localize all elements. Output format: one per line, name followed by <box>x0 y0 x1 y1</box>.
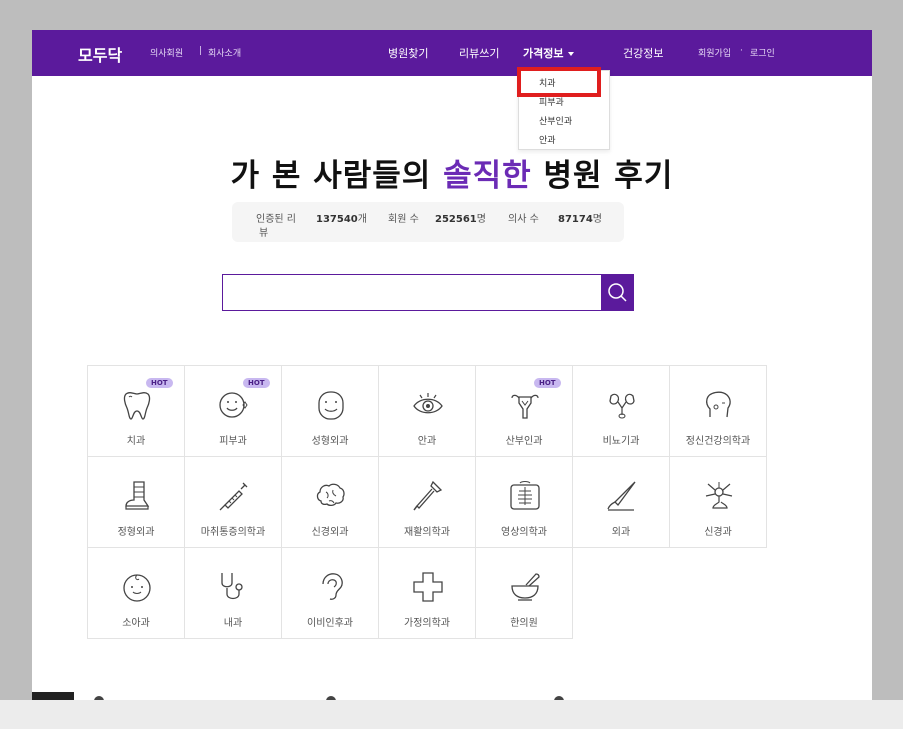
stethoscope-icon <box>221 573 243 600</box>
department-family-medicine[interactable]: 가정의학과 <box>378 547 476 639</box>
headline-text-1: 가 본 사람들의 <box>230 158 444 194</box>
department-label: 소아과 <box>122 618 150 629</box>
department-label: 정형외과 <box>117 527 155 538</box>
department-surgery[interactable]: 외과 <box>572 456 670 548</box>
login-link[interactable]: 로그인 <box>750 46 775 59</box>
stat-members-value: 252561명 <box>435 214 486 225</box>
headline-highlight: 솔직한 <box>443 158 532 194</box>
nav-dot: · <box>740 46 743 56</box>
hot-badge: HOT <box>146 378 173 388</box>
department-radiology[interactable]: 영상의학과 <box>475 456 573 548</box>
hot-badge: HOT <box>534 378 561 388</box>
department-orthopedics[interactable]: 정형외과 <box>87 456 185 548</box>
company-intro-link[interactable]: 회사소개 <box>208 46 241 59</box>
hero-headline: 가 본 사람들의 솔직한 병원 후기 <box>32 150 872 195</box>
eye-icon <box>413 393 443 414</box>
department-label: 비뇨기과 <box>602 436 640 447</box>
search-input[interactable] <box>223 275 601 310</box>
kidney-icon <box>609 393 635 419</box>
mortar-pestle-icon <box>511 573 540 601</box>
annotation-highlight-box <box>517 67 601 97</box>
desktop-background <box>0 700 903 729</box>
department-internal-medicine[interactable]: 내과 <box>184 547 282 639</box>
department-dermatology[interactable]: HOT 피부과 <box>184 365 282 457</box>
department-label: 치과 <box>126 436 146 447</box>
tooth-icon <box>123 392 151 420</box>
department-neurosurgery[interactable]: 신경외과 <box>281 456 379 548</box>
bottom-dot <box>554 696 564 700</box>
stat-verified-label: 인증된 리 <box>256 214 296 225</box>
stats-box: 인증된 리 뷰 137540개 회원 수 252561명 의사 수 87174명 <box>232 202 624 242</box>
caret-down-icon <box>568 52 575 56</box>
bottom-dot <box>94 696 104 700</box>
nav-write-review[interactable]: 리뷰쓰기 <box>459 45 499 61</box>
ear-icon <box>322 573 343 600</box>
search-icon <box>608 283 627 302</box>
stat-doctors-value: 87174명 <box>558 214 602 225</box>
dropdown-item-ophthalmology[interactable]: 안과 <box>539 133 556 146</box>
department-neurology[interactable]: 신경과 <box>669 456 767 548</box>
uterus-icon <box>511 394 539 419</box>
bottom-dot <box>326 696 336 700</box>
department-label: 재활의학과 <box>404 527 450 538</box>
browser-page: 모두닥 의사회원 | 회사소개 병원찾기 리뷰쓰기 가격정보 건강정보 회원가입… <box>32 30 872 700</box>
logo[interactable]: 모두닥 <box>78 42 122 66</box>
medical-cross-icon <box>413 572 443 602</box>
department-label: 신경과 <box>704 527 732 538</box>
face-sparkle-icon <box>219 392 248 418</box>
department-ent[interactable]: 이비인후과 <box>281 547 379 639</box>
stat-verified-value: 137540개 <box>316 214 367 225</box>
stat-verified-label-wrap: 뷰 <box>259 228 269 239</box>
department-label: 피부과 <box>219 436 247 447</box>
baby-icon <box>123 574 151 602</box>
brain-icon <box>316 483 345 507</box>
syringe-icon <box>219 482 248 511</box>
department-label: 성형외과 <box>311 436 349 447</box>
department-plastic-surgery[interactable]: 성형외과 <box>281 365 379 457</box>
cast-icon <box>125 481 150 510</box>
scalpel-icon <box>607 481 636 511</box>
department-oriental-medicine[interactable]: 한의원 <box>475 547 573 639</box>
hot-badge: HOT <box>243 378 270 388</box>
department-label: 이비인후과 <box>307 618 353 629</box>
nav-price-info[interactable]: 가격정보 <box>523 45 575 61</box>
xray-icon <box>510 481 540 510</box>
department-rehabilitation[interactable]: 재활의학과 <box>378 456 476 548</box>
department-anesthesiology[interactable]: 마취통증의학과 <box>184 456 282 548</box>
department-urology[interactable]: 비뇨기과 <box>572 365 670 457</box>
face-icon <box>318 391 344 420</box>
signup-link[interactable]: 회원가입 <box>698 46 731 59</box>
department-label: 내과 <box>223 618 243 629</box>
stat-doctors-label: 의사 수 <box>508 214 539 225</box>
department-pediatrics[interactable]: 소아과 <box>87 547 185 639</box>
department-obgyn[interactable]: HOT 산부인과 <box>475 365 573 457</box>
stat-members-label: 회원 수 <box>388 214 419 225</box>
department-label: 외과 <box>611 527 631 538</box>
mind-face-icon <box>705 391 731 418</box>
doctor-member-link[interactable]: 의사회원 <box>150 46 183 59</box>
crutch-icon <box>413 480 443 511</box>
department-label: 영상의학과 <box>501 527 547 538</box>
department-ophthalmology[interactable]: 안과 <box>378 365 476 457</box>
headline-text-2: 병원 후기 <box>531 158 674 194</box>
nav-price-info-label: 가격정보 <box>523 47 564 60</box>
department-dental[interactable]: HOT 치과 <box>87 365 185 457</box>
top-nav: 모두닥 의사회원 | 회사소개 병원찾기 리뷰쓰기 가격정보 건강정보 회원가입… <box>32 30 872 76</box>
department-label: 안과 <box>417 436 437 447</box>
bottom-tag <box>32 692 74 700</box>
department-label: 마취통증의학과 <box>200 527 266 538</box>
neuron-icon <box>705 482 733 509</box>
department-psychiatry[interactable]: 정신건강의학과 <box>669 365 767 457</box>
department-label: 가정의학과 <box>404 618 450 629</box>
department-label: 산부인과 <box>505 436 543 447</box>
department-label: 정신건강의학과 <box>685 436 751 447</box>
nav-find-hospital[interactable]: 병원찾기 <box>388 45 428 61</box>
nav-health-info[interactable]: 건강정보 <box>623 45 663 61</box>
search-bar <box>222 274 634 311</box>
department-label: 한의원 <box>510 618 538 629</box>
nav-separator: | <box>199 46 203 56</box>
search-button[interactable] <box>601 275 633 310</box>
department-label: 신경외과 <box>311 527 349 538</box>
dropdown-item-obgyn[interactable]: 산부인과 <box>539 114 572 127</box>
